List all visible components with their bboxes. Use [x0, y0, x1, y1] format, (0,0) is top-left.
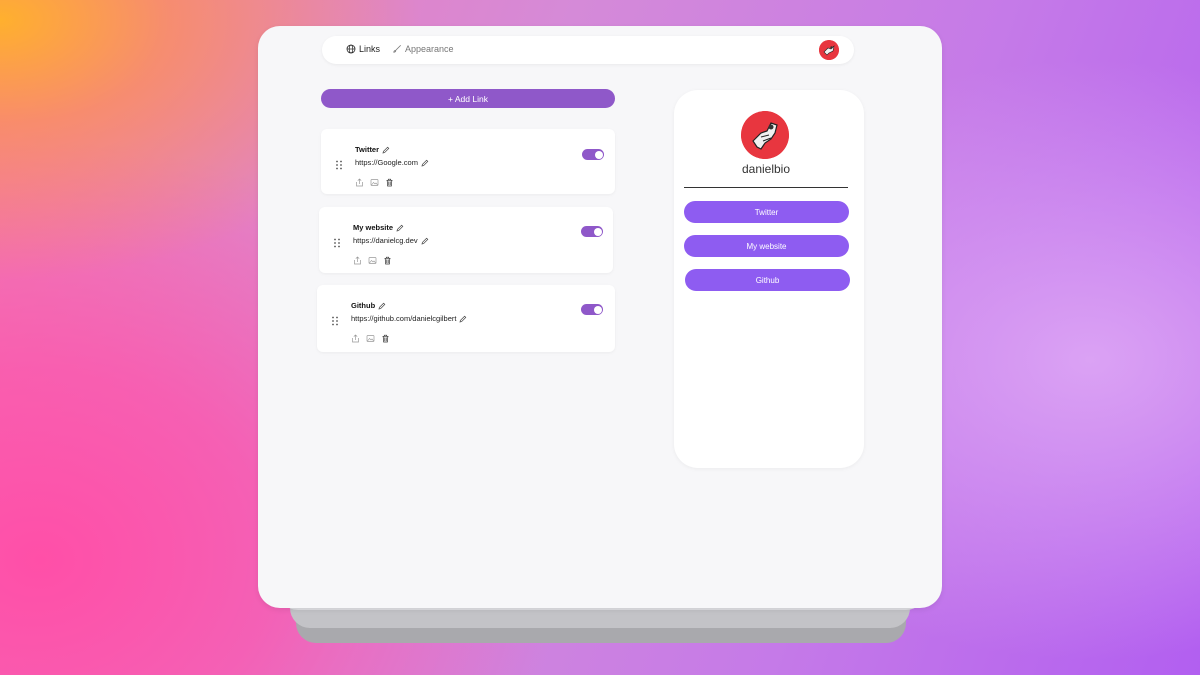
preview-link-button[interactable]: Github — [685, 269, 850, 291]
image-icon[interactable] — [366, 330, 375, 342]
pencil-icon[interactable] — [421, 237, 429, 245]
link-card: My website https://danielcg.dev — [319, 207, 613, 273]
pencil-icon[interactable] — [396, 224, 404, 232]
nav-tab-links[interactable]: Links — [346, 44, 380, 54]
pencil-icon[interactable] — [459, 315, 467, 323]
nav-tab-links-label: Links — [359, 44, 381, 54]
link-url-text: https://github.com/danielcgilbert — [351, 314, 457, 323]
add-link-button[interactable]: + Add Link — [321, 89, 615, 108]
drag-handle-icon[interactable] — [335, 157, 343, 170]
preview-username: danielbio — [741, 162, 791, 176]
toggle-knob — [594, 150, 603, 159]
nav-tab-appearance-label: Appearance — [405, 44, 454, 54]
pencil-icon[interactable] — [421, 159, 429, 167]
link-url[interactable]: https://Google.com — [355, 158, 429, 167]
link-url-text: https://Google.com — [355, 158, 418, 167]
link-url[interactable]: https://github.com/danielcgilbert — [351, 314, 467, 323]
link-actions — [355, 174, 394, 187]
drag-handle-icon[interactable] — [331, 313, 339, 326]
link-url[interactable]: https://danielcg.dev — [353, 236, 429, 245]
trash-icon[interactable] — [385, 174, 394, 187]
pencil-icon[interactable] — [378, 302, 386, 310]
toggle-knob — [593, 227, 602, 236]
preview-divider — [684, 187, 848, 188]
link-title[interactable]: Twitter — [355, 145, 390, 154]
preview-avatar — [741, 111, 789, 159]
link-title[interactable]: Github — [351, 301, 386, 310]
image-icon[interactable] — [370, 174, 379, 186]
link-enabled-toggle[interactable] — [581, 304, 603, 315]
top-nav: Links Appearance — [322, 36, 854, 64]
share-icon[interactable] — [351, 330, 360, 343]
brush-icon — [393, 45, 401, 53]
link-actions — [353, 252, 392, 265]
user-avatar[interactable] — [819, 40, 839, 60]
nav-tab-appearance[interactable]: Appearance — [392, 44, 454, 54]
link-url-text: https://danielcg.dev — [353, 236, 418, 245]
link-title-text: My website — [353, 223, 394, 232]
drag-handle-icon[interactable] — [333, 235, 341, 248]
share-icon[interactable] — [355, 174, 364, 187]
link-title-text: Github — [351, 301, 376, 310]
preview-link-button[interactable]: Twitter — [684, 201, 849, 223]
avatar-image — [819, 40, 839, 60]
link-actions — [351, 330, 390, 343]
image-icon[interactable] — [368, 252, 377, 264]
link-title-text: Twitter — [355, 145, 380, 154]
avatar-image — [741, 111, 789, 159]
link-enabled-toggle[interactable] — [581, 226, 603, 237]
pencil-icon[interactable] — [382, 146, 390, 154]
link-card: Twitter https://Google.com — [321, 129, 615, 194]
trash-icon[interactable] — [381, 330, 390, 343]
preview-link-button[interactable]: My website — [684, 235, 849, 257]
profile-preview: danielbio Twitter My website Github — [674, 90, 864, 468]
app-window: Links Appearance + Add Link Twitter http… — [258, 26, 942, 608]
globe-icon — [346, 44, 356, 54]
toggle-knob — [593, 305, 602, 314]
share-icon[interactable] — [353, 252, 362, 265]
link-card: Github https://github.com/danielcgilbert — [317, 285, 615, 352]
link-enabled-toggle[interactable] — [582, 149, 604, 160]
trash-icon[interactable] — [383, 252, 392, 265]
link-title[interactable]: My website — [353, 223, 404, 232]
